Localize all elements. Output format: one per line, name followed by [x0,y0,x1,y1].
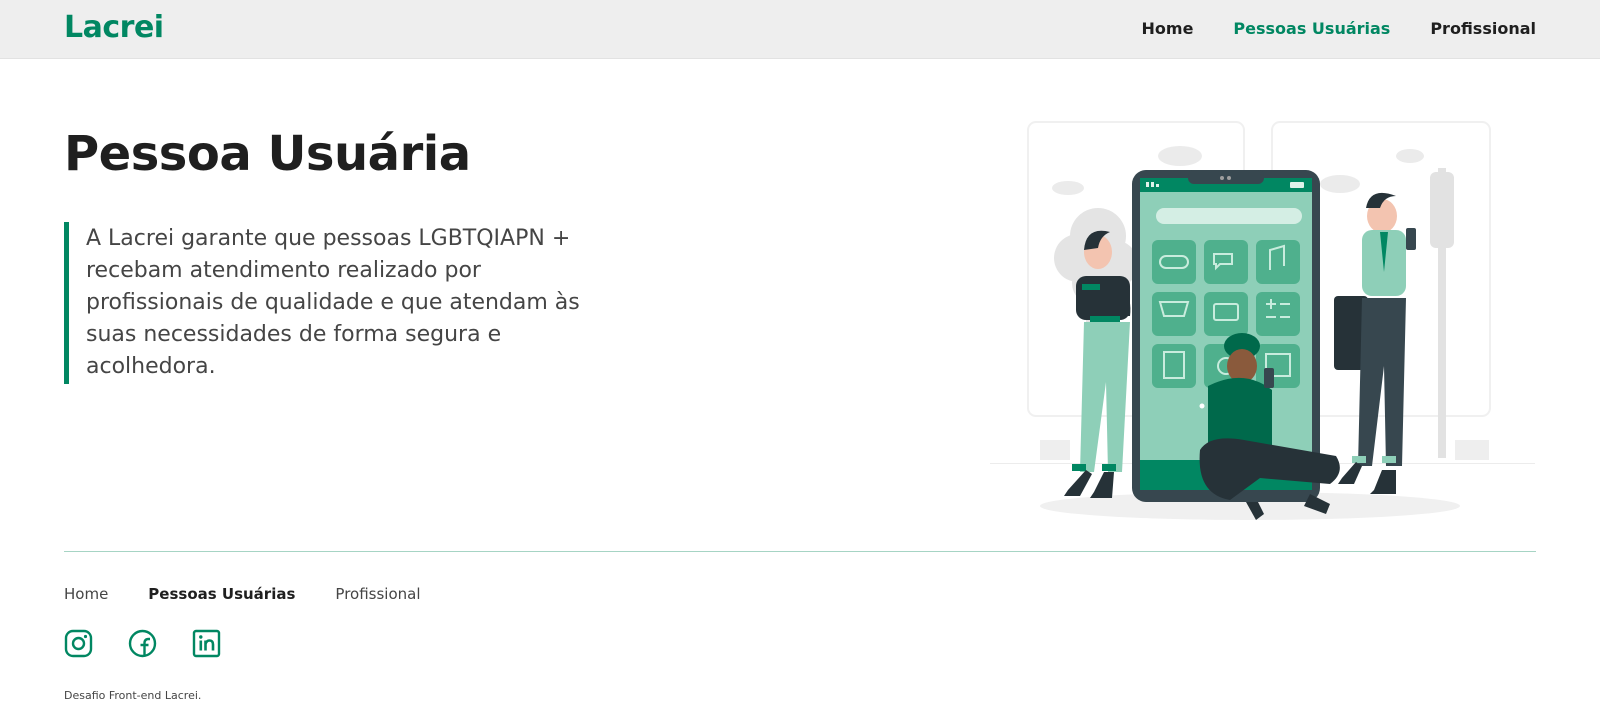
facebook-icon[interactable] [128,629,157,658]
people-using-phone-illustration [990,118,1535,528]
nav-link-profissional[interactable]: Profissional [1430,19,1536,38]
footer-link-pessoas-usuarias[interactable]: Pessoas Usuárias [148,585,295,603]
page-title: Pessoa Usuária [64,126,471,182]
nav-link-pessoas-usuarias[interactable]: Pessoas Usuárias [1233,19,1390,38]
nav-link-home[interactable]: Home [1142,19,1194,38]
description-text: A Lacrei garante que pessoas LGBTQIAPN +… [86,226,580,379]
footer-nav: Home Pessoas Usuárias Profissional [64,585,421,603]
footer-link-profissional[interactable]: Profissional [335,585,420,603]
top-navbar: Lacrei Home Pessoas Usuárias Profissiona… [0,0,1600,59]
footer-link-home[interactable]: Home [64,585,108,603]
main-nav: Home Pessoas Usuárias Profissional [1142,19,1536,38]
linkedin-icon[interactable] [192,629,221,658]
description-quote: A Lacrei garante que pessoas LGBTQIAPN +… [64,222,584,384]
logo[interactable]: Lacrei [64,10,164,45]
footer-divider [64,551,1536,552]
instagram-icon[interactable] [64,629,93,658]
social-links [64,629,221,658]
footer-credit: Desafio Front-end Lacrei. [64,689,202,702]
